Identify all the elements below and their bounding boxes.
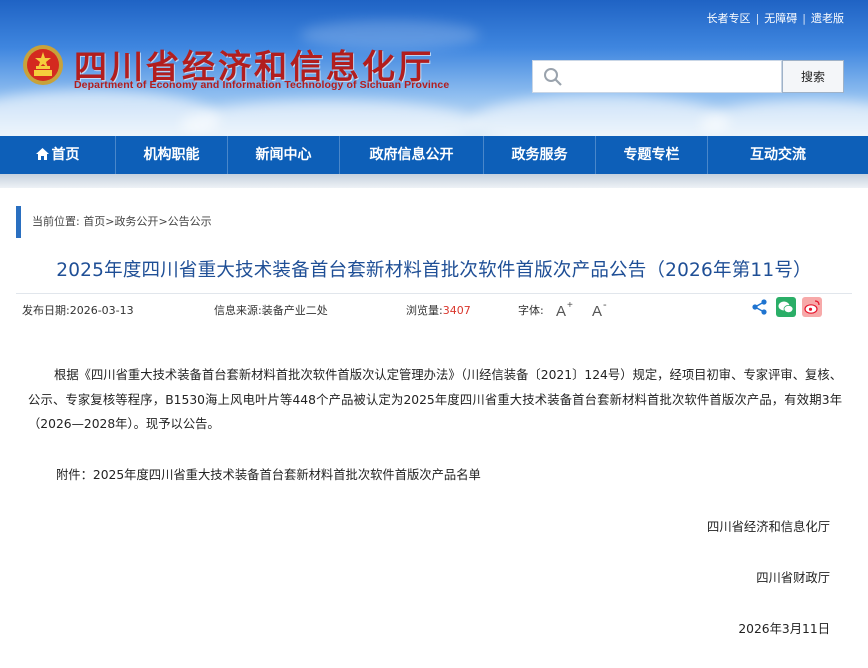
sign-date: 2026年3月11日 (738, 622, 830, 636)
attachment-link[interactable]: 附件：2025年度四川省重大技术装备首台套新材料首批次软件首版次产品名单 (56, 465, 481, 483)
signer-2: 四川省财政厅 (756, 571, 830, 585)
accessibility-link[interactable]: 无障碍 (764, 10, 797, 26)
nav-item-interaction[interactable]: 互动交流 (708, 136, 848, 174)
article-meta: 发布日期:2026-03-13 信息来源:装备产业二处 浏览量:3407 字体:… (16, 293, 852, 321)
cloud-decoration (180, 100, 480, 136)
breadcrumb: 当前位置: 首页>政务公开>公告公示 (16, 206, 212, 238)
nav-item-topics[interactable]: 专题专栏 (596, 136, 708, 174)
share-icon[interactable] (750, 297, 770, 317)
signer-1: 四川省经济和信息化厅 (707, 520, 830, 534)
cloud-decoration (700, 100, 868, 136)
home-icon (35, 147, 49, 160)
header-banner: 长者专区 | 无障碍 | 遗老版 四川省经济和信息化厅 Department of Ec… (0, 0, 868, 136)
svg-text:-: - (603, 299, 607, 311)
source-label: 信息来源: (214, 304, 262, 317)
search-button[interactable]: 搜索 (782, 60, 844, 93)
search-input[interactable] (569, 65, 774, 89)
breadcrumb-gov-affairs[interactable]: 政务公开 (114, 215, 158, 228)
source-value: 装备产业二处 (261, 304, 328, 317)
nav-item-services[interactable]: 政务服务 (484, 136, 596, 174)
svg-text:+: + (567, 300, 573, 311)
nav-item-gov-info[interactable]: 政府信息公开 (340, 136, 484, 174)
svg-text:A: A (556, 303, 566, 319)
article-body: 根据《四川省重大技术装备首台套新材料首批次软件首版次认定管理办法》（川经信装备〔… (28, 368, 842, 431)
main-nav: 首页 机构职能 新闻中心 政府信息公开 政务服务 专题专栏 互动交流 (0, 136, 868, 174)
font-decrease-icon[interactable]: A - (590, 299, 612, 319)
nav-item-functions[interactable]: 机构职能 (116, 136, 228, 174)
nav-shadow (0, 174, 868, 188)
publish-date: 2026-03-13 (69, 304, 134, 317)
search-icon (544, 68, 562, 86)
elderly-version-link[interactable]: 遗老版 (811, 10, 844, 26)
nav-item-news[interactable]: 新闻中心 (228, 136, 340, 174)
font-increase-icon[interactable]: A + (554, 299, 576, 319)
font-size-label: 字体: (518, 304, 544, 317)
views-count: 3407 (442, 304, 471, 317)
article-title: 2025年度四川省重大技术装备首台套新材料首批次软件首版次产品公告（2026年第… (56, 260, 812, 281)
views-label: 浏览量: (406, 304, 443, 317)
top-links: 长者专区 | 无障碍 | 遗老版 (706, 10, 844, 26)
search-box (532, 60, 782, 93)
breadcrumb-announcements[interactable]: 公告公示 (168, 215, 212, 228)
elderly-zone-link[interactable]: 长者专区 (707, 10, 751, 26)
cloud-decoration (470, 95, 730, 136)
national-emblem-icon (23, 45, 63, 85)
weibo-share-icon[interactable] (802, 297, 822, 317)
nav-item-home[interactable]: 首页 (0, 136, 116, 174)
svg-text:A: A (592, 303, 602, 319)
site-title-english: Department of Economy and Information Te… (74, 79, 450, 91)
wechat-share-icon[interactable] (776, 297, 796, 317)
breadcrumb-home[interactable]: 首页 (83, 215, 105, 228)
breadcrumb-prefix: 当前位置: (32, 215, 80, 228)
publish-date-label: 发布日期: (22, 304, 70, 317)
